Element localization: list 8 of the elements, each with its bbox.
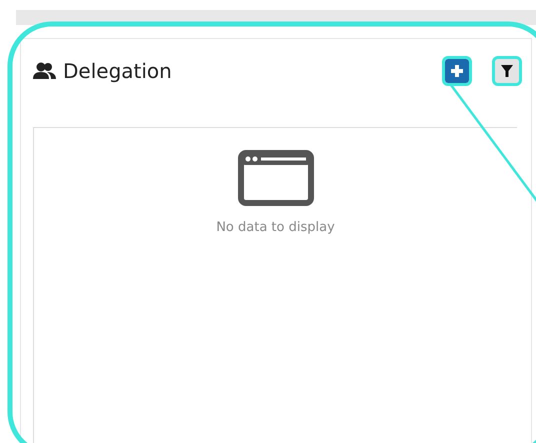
window-icon [238, 150, 314, 206]
empty-message: No data to display [216, 220, 335, 235]
filter-icon [501, 64, 513, 78]
add-button[interactable] [445, 59, 469, 83]
users-icon [33, 61, 57, 81]
plus-icon [450, 64, 464, 78]
panel-title: Delegation [63, 59, 172, 83]
filter-button[interactable] [495, 59, 519, 83]
